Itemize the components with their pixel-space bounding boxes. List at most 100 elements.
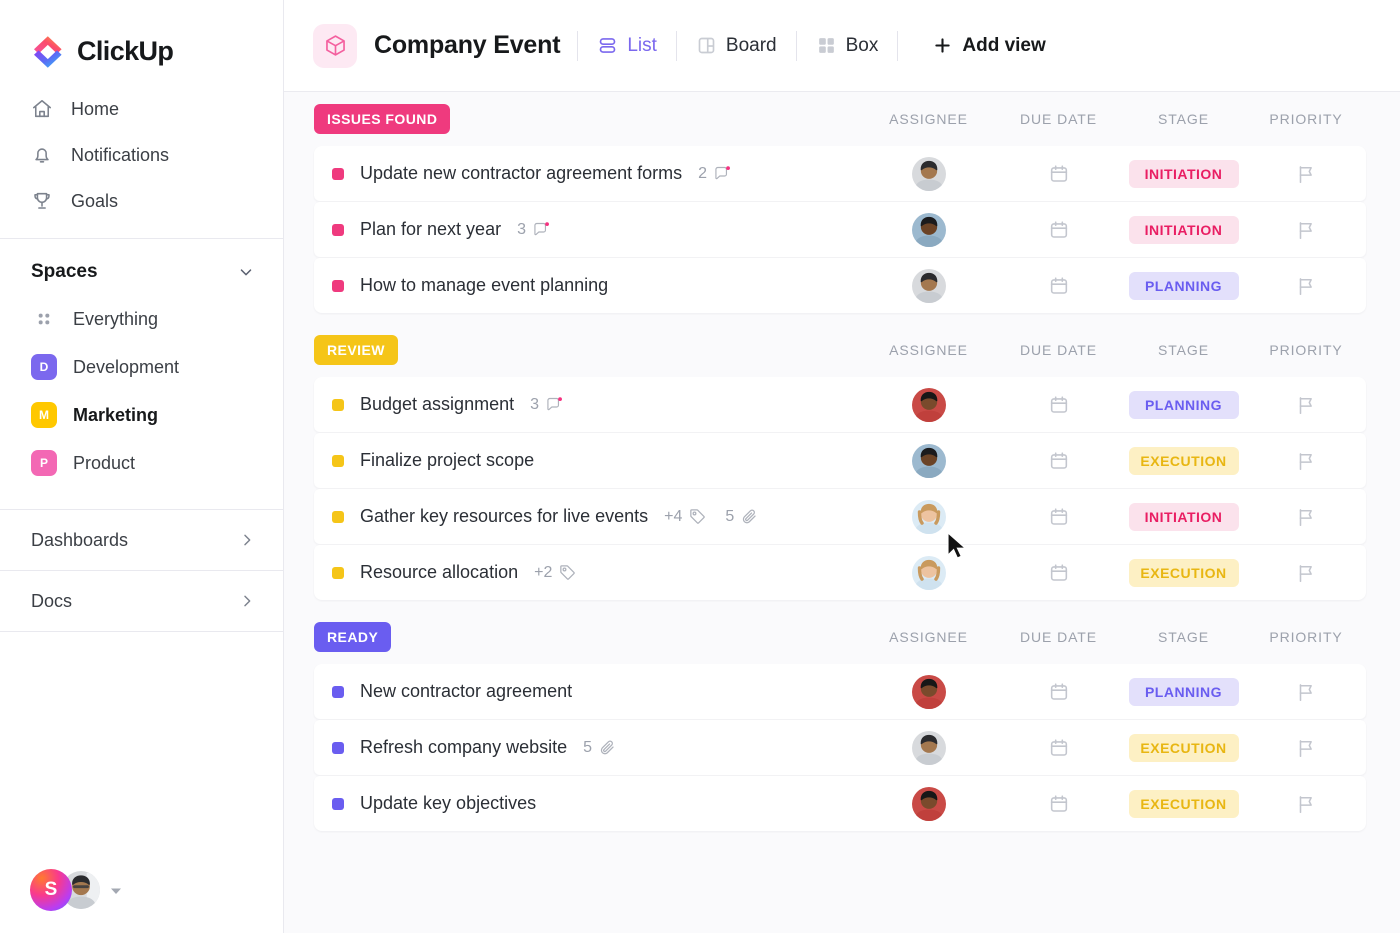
sidebar-item-marketing[interactable]: M Marketing	[0, 391, 283, 439]
task-name[interactable]: New contractor agreement	[360, 681, 572, 702]
avatar[interactable]	[911, 786, 946, 821]
status-badge[interactable]: PLANNING	[1128, 677, 1239, 706]
table-row[interactable]: Budget assignment 3 PLANNING	[314, 377, 1366, 432]
stage-cell[interactable]: EXECUTION	[1121, 789, 1246, 818]
tag-count[interactable]: +2	[534, 563, 577, 582]
group-badge[interactable]: READY	[314, 622, 392, 652]
avatar[interactable]	[911, 212, 946, 247]
comment-count[interactable]: 3	[530, 395, 564, 414]
status-badge[interactable]: INITIATION	[1128, 502, 1239, 531]
flag-icon[interactable]	[1295, 219, 1317, 241]
calendar-icon[interactable]	[1048, 163, 1070, 185]
priority-cell[interactable]	[1246, 681, 1366, 703]
priority-cell[interactable]	[1246, 562, 1366, 584]
flag-icon[interactable]	[1295, 394, 1317, 416]
due-date-cell[interactable]	[996, 219, 1121, 241]
table-row[interactable]: How to manage event planning PLANNING	[314, 258, 1366, 313]
status-dot-icon[interactable]	[332, 454, 344, 467]
caret-down-icon[interactable]	[110, 884, 122, 896]
chevron-down-icon[interactable]	[237, 263, 255, 281]
assignee-cell[interactable]	[861, 499, 996, 534]
sidebar-item-goals[interactable]: Goals	[0, 178, 283, 224]
tag-count[interactable]: +4	[664, 507, 707, 526]
calendar-icon[interactable]	[1048, 506, 1070, 528]
flag-icon[interactable]	[1295, 275, 1317, 297]
calendar-icon[interactable]	[1048, 562, 1070, 584]
tab-board[interactable]: Board	[694, 31, 779, 61]
status-badge[interactable]: INITIATION	[1128, 159, 1239, 188]
table-row[interactable]: Plan for next year 3 INITIATION	[314, 202, 1366, 257]
status-dot-icon[interactable]	[332, 510, 344, 523]
avatar[interactable]	[911, 387, 946, 422]
due-date-cell[interactable]	[996, 681, 1121, 703]
flag-icon[interactable]	[1295, 562, 1317, 584]
spaces-header[interactable]: Spaces	[0, 239, 283, 295]
table-row[interactable]: Resource allocation +2 EXECUTION	[314, 545, 1366, 600]
sidebar-item-notifications[interactable]: Notifications	[0, 132, 283, 178]
group-badge[interactable]: REVIEW	[314, 335, 398, 365]
stage-cell[interactable]: INITIATION	[1121, 159, 1246, 188]
tab-list[interactable]: List	[595, 31, 659, 61]
due-date-cell[interactable]	[996, 450, 1121, 472]
assignee-cell[interactable]	[861, 156, 996, 191]
sidebar-item-home[interactable]: Home	[0, 86, 283, 132]
tab-box[interactable]: Box	[814, 31, 881, 61]
avatar[interactable]	[911, 555, 946, 590]
avatar[interactable]	[911, 730, 946, 765]
status-badge[interactable]: EXECUTION	[1128, 789, 1239, 818]
table-row[interactable]: Refresh company website 5 EXECUTION	[314, 720, 1366, 775]
flag-icon[interactable]	[1295, 793, 1317, 815]
status-badge[interactable]: PLANNING	[1128, 390, 1239, 419]
status-dot-icon[interactable]	[332, 167, 344, 180]
status-dot-icon[interactable]	[332, 223, 344, 236]
sidebar-item-everything[interactable]: Everything	[0, 295, 283, 343]
user-dock[interactable]: S	[30, 869, 122, 911]
avatar[interactable]	[911, 674, 946, 709]
assignee-cell[interactable]	[861, 268, 996, 303]
due-date-cell[interactable]	[996, 394, 1121, 416]
assignee-cell[interactable]	[861, 730, 996, 765]
table-row[interactable]: Update new contractor agreement forms 2 …	[314, 146, 1366, 201]
due-date-cell[interactable]	[996, 562, 1121, 584]
flag-icon[interactable]	[1295, 163, 1317, 185]
task-name[interactable]: Update key objectives	[360, 793, 536, 814]
calendar-icon[interactable]	[1048, 681, 1070, 703]
flag-icon[interactable]	[1295, 681, 1317, 703]
table-row[interactable]: Update key objectives EXECUTION	[314, 776, 1366, 831]
brand-logo[interactable]: ClickUp	[0, 0, 283, 72]
stage-cell[interactable]: EXECUTION	[1121, 446, 1246, 475]
avatar[interactable]	[911, 156, 946, 191]
group-badge[interactable]: ISSUES FOUND	[314, 104, 451, 134]
stage-cell[interactable]: INITIATION	[1121, 502, 1246, 531]
status-dot-icon[interactable]	[332, 797, 344, 810]
stage-cell[interactable]: PLANNING	[1121, 271, 1246, 300]
priority-cell[interactable]	[1246, 219, 1366, 241]
due-date-cell[interactable]	[996, 737, 1121, 759]
priority-cell[interactable]	[1246, 394, 1366, 416]
calendar-icon[interactable]	[1048, 275, 1070, 297]
due-date-cell[interactable]	[996, 506, 1121, 528]
status-badge[interactable]: EXECUTION	[1128, 558, 1239, 587]
stage-cell[interactable]: EXECUTION	[1121, 558, 1246, 587]
comment-count[interactable]: 3	[517, 220, 551, 239]
status-badge[interactable]: EXECUTION	[1128, 446, 1239, 475]
priority-cell[interactable]	[1246, 275, 1366, 297]
assignee-cell[interactable]	[861, 674, 996, 709]
table-row[interactable]: Finalize project scope EXECUTION	[314, 433, 1366, 488]
sidebar-item-development[interactable]: D Development	[0, 343, 283, 391]
status-badge[interactable]: EXECUTION	[1128, 733, 1239, 762]
sidebar-item-docs[interactable]: Docs	[0, 571, 283, 631]
due-date-cell[interactable]	[996, 793, 1121, 815]
task-name[interactable]: Plan for next year	[360, 219, 501, 240]
assignee-cell[interactable]	[861, 443, 996, 478]
workspace-avatar[interactable]: S	[30, 869, 72, 911]
priority-cell[interactable]	[1246, 450, 1366, 472]
assignee-cell[interactable]	[861, 786, 996, 821]
stage-cell[interactable]: EXECUTION	[1121, 733, 1246, 762]
stage-cell[interactable]: PLANNING	[1121, 390, 1246, 419]
due-date-cell[interactable]	[996, 163, 1121, 185]
calendar-icon[interactable]	[1048, 450, 1070, 472]
status-dot-icon[interactable]	[332, 566, 344, 579]
avatar[interactable]	[911, 499, 946, 534]
task-name[interactable]: Gather key resources for live events	[360, 506, 648, 527]
